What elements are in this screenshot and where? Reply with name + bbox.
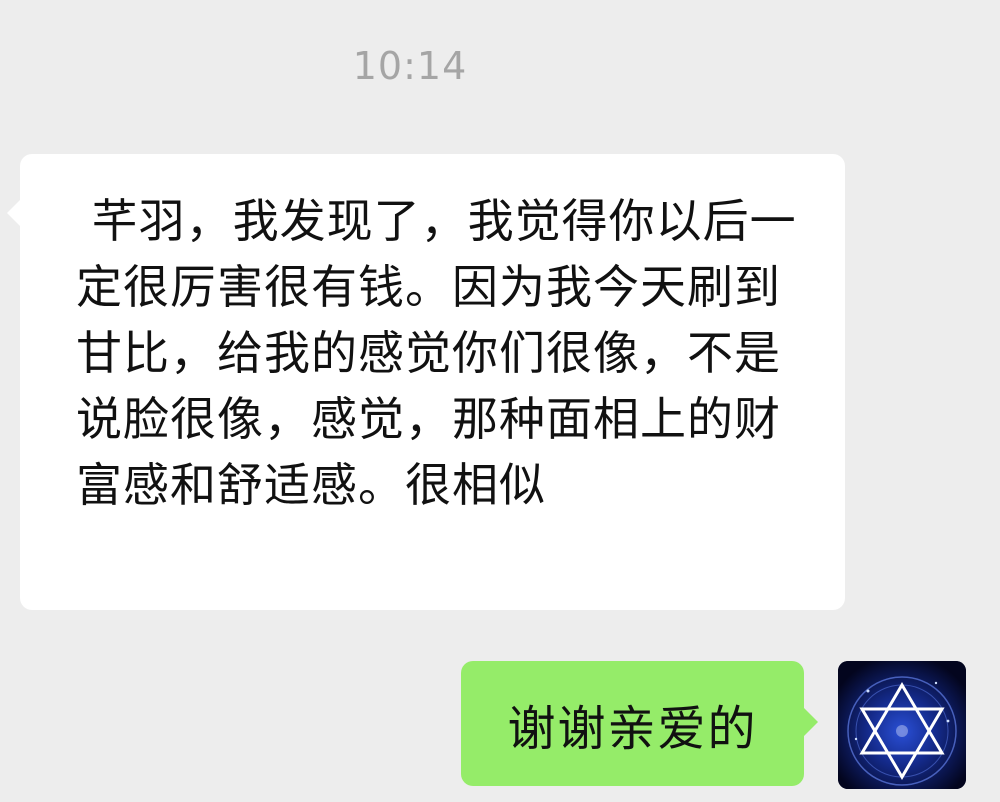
star-of-david-icon	[838, 661, 966, 789]
outgoing-message-text: 谢谢亲爱的	[507, 700, 758, 757]
outgoing-message-bubble[interactable]: 谢谢亲爱的	[461, 661, 818, 786]
message-timestamp: 10:14	[352, 44, 468, 88]
avatar[interactable]	[838, 661, 966, 789]
outgoing-bubble-tail	[804, 708, 818, 736]
incoming-message-bubble[interactable]: 芊羽，我发现了，我觉得你以后一定很厉害很有钱。因为我今天刷到甘比，给我的感觉你们…	[7, 154, 845, 610]
incoming-bubble-tail	[7, 199, 21, 227]
incoming-message-text: 芊羽，我发现了，我觉得你以后一定很厉害很有钱。因为我今天刷到甘比，给我的感觉你们…	[76, 194, 797, 512]
